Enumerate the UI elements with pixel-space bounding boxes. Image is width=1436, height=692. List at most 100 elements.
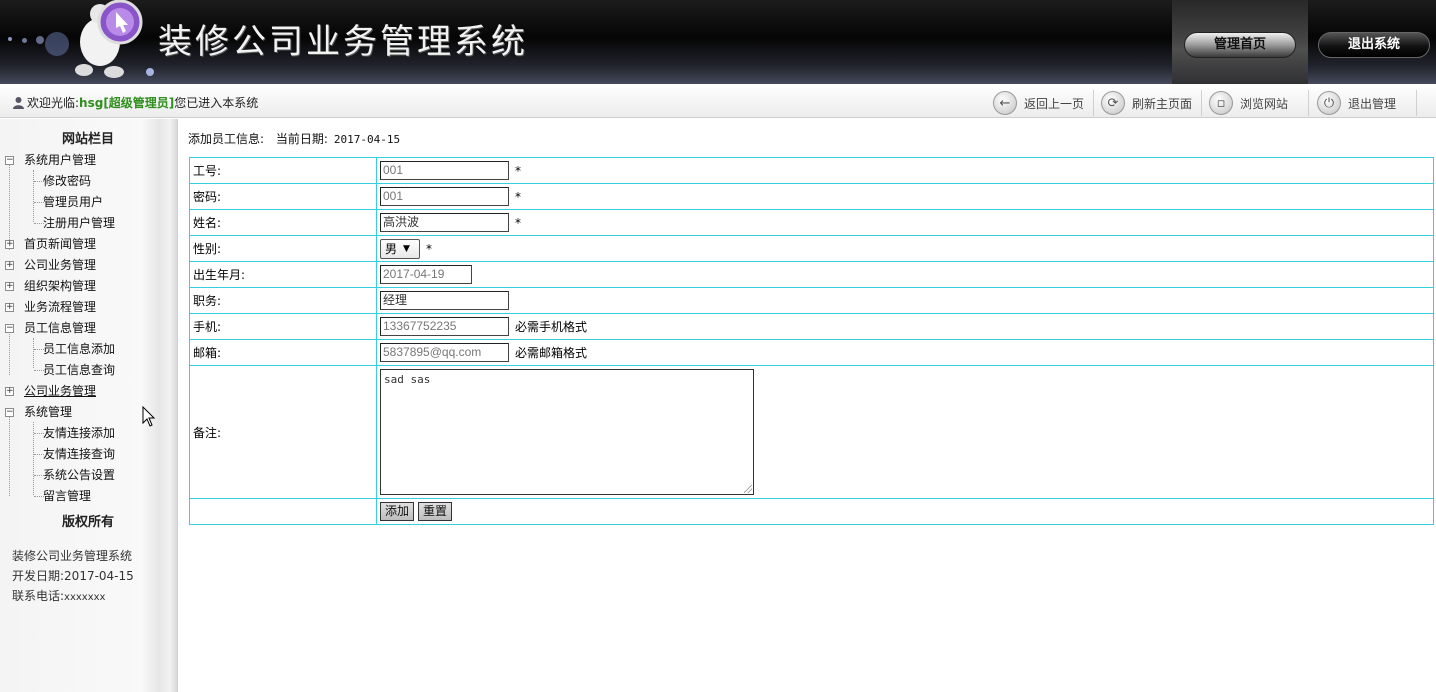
sidebar-item-home-news[interactable]: 首页新闻管理: [24, 234, 96, 254]
back-button[interactable]: ← 返回上一页: [993, 90, 1084, 116]
sidebar-item-system-users[interactable]: 系统用户管理: [24, 150, 96, 170]
logout-system-button[interactable]: 退出系统: [1318, 32, 1430, 58]
sidebar-item-system-admin[interactable]: 系统管理: [24, 402, 72, 422]
add-button[interactable]: 添加: [380, 502, 415, 521]
expand-toggle-icon[interactable]: +: [5, 387, 14, 396]
mobile-input[interactable]: 13367752235: [380, 317, 509, 336]
gender-select[interactable]: 男 ▼: [380, 238, 420, 259]
remarks-text: sad sas: [384, 373, 431, 386]
sidebar-item-announcement[interactable]: 系统公告设置: [43, 465, 115, 485]
field-label: 手机:: [189, 313, 377, 340]
field-label: 邮箱:: [189, 339, 377, 366]
expand-toggle-icon[interactable]: +: [5, 303, 14, 312]
reset-button[interactable]: 重置: [418, 502, 453, 521]
sidebar-item-workflow[interactable]: 业务流程管理: [24, 297, 96, 317]
required-mark: *: [515, 215, 521, 230]
empty-cell: [189, 498, 377, 525]
sidebar-item-messages[interactable]: 留言管理: [43, 486, 91, 506]
sidebar-item-company-business-2[interactable]: 公司业务管理: [24, 381, 96, 401]
refresh-label: 刷新主页面: [1132, 96, 1193, 111]
browse-label: 浏览网站: [1240, 96, 1289, 111]
form-row-actions: 添加 重置: [189, 498, 1434, 525]
tree-guide: [33, 170, 34, 222]
field-cell: 001 *: [376, 183, 1434, 210]
browse-site-button[interactable]: ▫ 浏览网站: [1209, 90, 1288, 116]
browse-icon: ▫: [1209, 91, 1233, 115]
form-row-password: 密码: 001 *: [189, 183, 1434, 210]
field-label: 职务:: [189, 287, 377, 314]
logo-figure-icon: [75, 0, 143, 78]
sidebar-item-link-query[interactable]: 友情连接查询: [43, 444, 115, 464]
birth-date-input[interactable]: 2017-04-19: [380, 265, 472, 284]
password-input[interactable]: 001: [380, 187, 509, 206]
form-row-birth: 出生年月: 2017-04-19: [189, 261, 1434, 288]
field-cell: sad sas: [376, 365, 1434, 499]
field-label: 姓名:: [189, 209, 377, 236]
tree-guide: [9, 412, 10, 496]
dev-date-value: 2017-04-15: [64, 569, 134, 583]
user-icon: [13, 97, 24, 109]
sidebar-item-registered-users[interactable]: 注册用户管理: [43, 213, 115, 233]
phone-label: 联系电话:: [12, 589, 65, 603]
sidebar-item-org-structure[interactable]: 组织架构管理: [24, 276, 96, 296]
sidebar-item-employee-query[interactable]: 员工信息查询: [43, 360, 115, 380]
sidebar-item-link-add[interactable]: 友情连接添加: [43, 423, 115, 443]
power-icon: ⏻: [1317, 91, 1341, 115]
page-title-text: 添加员工信息:: [188, 132, 265, 146]
field-cell: 5837895@qq.com 必需邮箱格式: [376, 339, 1434, 366]
gender-selected-value: 男: [385, 242, 398, 256]
current-username: hsg[超级管理员]: [79, 96, 175, 110]
expand-toggle-icon[interactable]: +: [5, 282, 14, 291]
toolbar-divider: [1093, 90, 1094, 116]
collapse-toggle-icon[interactable]: −: [5, 324, 14, 333]
action-cell: 添加 重置: [376, 498, 1434, 525]
sidebar-item-employee-add[interactable]: 员工信息添加: [43, 339, 115, 359]
refresh-button[interactable]: ⟳ 刷新主页面: [1101, 90, 1192, 116]
collapse-toggle-icon[interactable]: −: [5, 156, 14, 165]
tree-guide: [9, 328, 10, 375]
email-input[interactable]: 5837895@qq.com: [380, 343, 509, 362]
welcome-bar: 欢迎光临: hsg[超级管理员] 您已进入本系统 ← 返回上一页 ⟳ 刷新主页面…: [0, 88, 1436, 118]
expand-toggle-icon[interactable]: +: [5, 240, 14, 249]
field-label: 性别:: [189, 235, 377, 262]
sidebar-item-company-business[interactable]: 公司业务管理: [24, 255, 96, 275]
field-label: 密码:: [189, 183, 377, 210]
toolbar-divider: [1416, 90, 1417, 116]
employee-id-input[interactable]: 001: [380, 161, 509, 180]
welcome-message: 欢迎光临: hsg[超级管理员] 您已进入本系统: [12, 94, 258, 111]
tree-guide: [33, 338, 34, 368]
form-row-email: 邮箱: 5837895@qq.com 必需邮箱格式: [189, 339, 1434, 366]
resize-grip-icon[interactable]: [744, 485, 752, 493]
collapse-toggle-icon[interactable]: −: [5, 408, 14, 417]
name-input[interactable]: 高洪波: [380, 213, 509, 232]
form-row-gender: 性别: 男 ▼ *: [189, 235, 1434, 262]
top-banner: 装修公司业务管理系统 管理首页 退出系统: [0, 0, 1436, 84]
form-row-mobile: 手机: 13367752235 必需手机格式: [189, 313, 1434, 340]
sidebar-item-employee-info[interactable]: 员工信息管理: [24, 318, 96, 338]
field-cell: 2017-04-19: [376, 261, 1434, 288]
admin-home-button[interactable]: 管理首页: [1184, 32, 1296, 58]
back-label: 返回上一页: [1024, 96, 1085, 111]
required-mark: *: [515, 189, 521, 204]
chevron-down-icon: ▼: [403, 243, 410, 254]
position-input[interactable]: 经理: [380, 291, 509, 310]
welcome-prefix: 欢迎光临:: [27, 96, 80, 110]
form-row-remarks: 备注: sad sas: [189, 365, 1434, 499]
sidebar-item-admin-users[interactable]: 管理员用户: [43, 192, 103, 212]
decor-dot: [45, 32, 69, 56]
exit-admin-button[interactable]: ⏻ 退出管理: [1317, 90, 1396, 116]
phone-value: xxxxxxx: [64, 592, 106, 603]
remarks-textarea[interactable]: sad sas: [380, 369, 754, 495]
copyright-heading: 版权所有: [62, 515, 115, 530]
welcome-suffix: 您已进入本系统: [174, 96, 259, 110]
exit-admin-label: 退出管理: [1348, 96, 1397, 111]
sidebar-item-change-password[interactable]: 修改密码: [43, 171, 91, 191]
field-cell: 13367752235 必需手机格式: [376, 313, 1434, 340]
expand-toggle-icon[interactable]: +: [5, 261, 14, 270]
decor-dot: [22, 38, 27, 43]
mouse-cursor-icon: [142, 406, 156, 427]
phone-line: 联系电话:xxxxxxx: [12, 587, 105, 604]
form-row-id: 工号: 001 *: [189, 157, 1434, 184]
field-label: 备注:: [189, 365, 377, 499]
field-cell: 经理: [376, 287, 1434, 314]
